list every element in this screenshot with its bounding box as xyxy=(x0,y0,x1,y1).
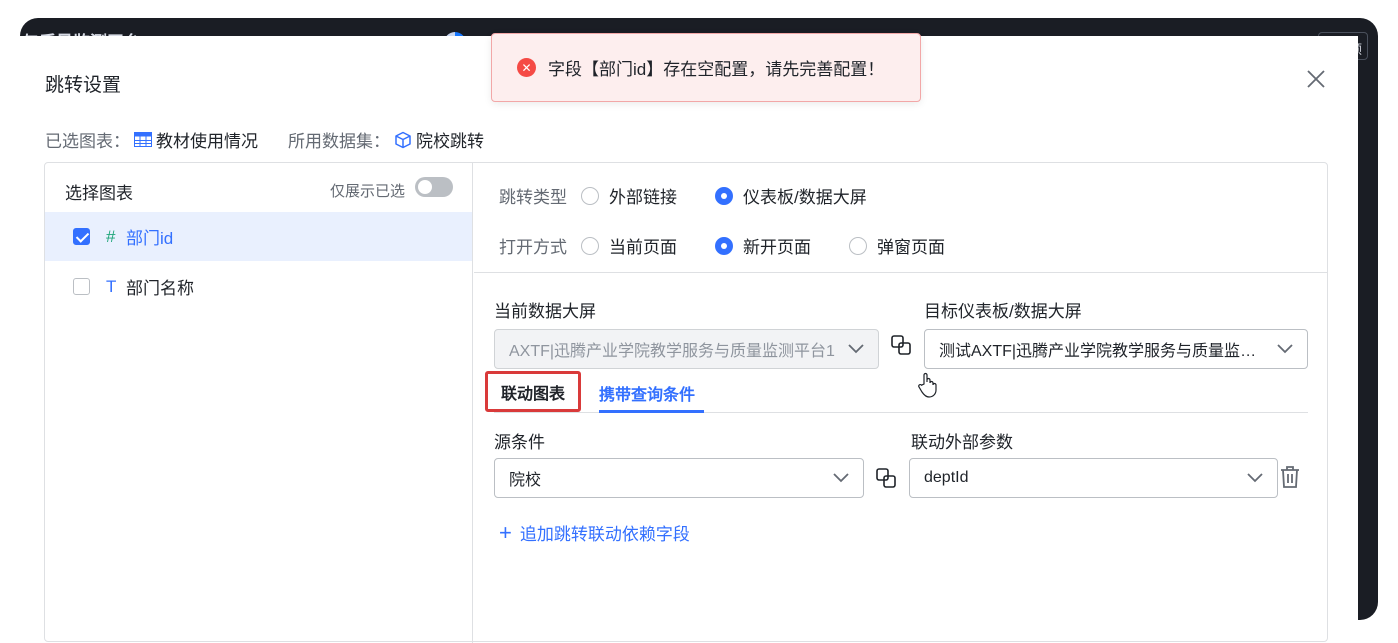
open-mode-row: 打开方式 当前页面 新开页面 弹窗页面 xyxy=(499,233,983,258)
source-condition-value: 院校 xyxy=(509,472,542,489)
chevron-down-icon xyxy=(1277,344,1293,354)
option-label: 仪表板/数据大屏 xyxy=(743,188,867,207)
radio-button[interactable] xyxy=(715,186,733,205)
select-chart-heading: 选择图表 xyxy=(65,184,133,203)
option-label: 外部链接 xyxy=(609,188,677,207)
field-row[interactable]: T 部门名称 xyxy=(45,262,472,311)
option-label: 弹窗页面 xyxy=(877,238,945,257)
open-mode-popup[interactable]: 弹窗页面 xyxy=(849,233,945,258)
chart-field-list: 选择图表 仅展示已选 # 部门id T 部门名称 xyxy=(45,163,473,643)
external-param-value: deptId xyxy=(924,469,969,486)
only-selected-label: 仅展示已选 xyxy=(330,183,406,200)
jump-config: 跳转类型 外部链接 仪表板/数据大屏 打开方式 当前页面 新开页面 弹窗页面 当… xyxy=(474,163,1328,643)
field-name: 部门名称 xyxy=(126,279,194,298)
jump-type-row: 跳转类型 外部链接 仪表板/数据大屏 xyxy=(499,183,905,208)
trash-icon[interactable] xyxy=(1279,465,1301,489)
text-type-icon: T xyxy=(106,276,117,296)
active-tab-indicator xyxy=(599,410,704,413)
cube-icon xyxy=(395,131,411,148)
link-icon[interactable] xyxy=(890,334,912,356)
selected-chart-label: 已选图表： xyxy=(45,132,130,151)
target-screen-value: 测试AXTF|迅腾产业学院教学服务与质量监测平台 xyxy=(939,343,1267,360)
radio-button[interactable] xyxy=(581,186,599,205)
close-icon[interactable] xyxy=(1305,68,1327,90)
jump-type-external-link[interactable]: 外部链接 xyxy=(581,183,677,208)
radio-button[interactable] xyxy=(715,236,733,255)
chevron-down-icon xyxy=(848,344,864,354)
source-condition-label: 源条件 xyxy=(494,433,545,452)
field-checkbox[interactable] xyxy=(73,228,90,245)
tab-query-conditions[interactable]: 携带查询条件 xyxy=(599,381,695,405)
source-condition-select[interactable]: 院校 xyxy=(494,458,864,498)
target-screen-select[interactable]: 测试AXTF|迅腾产业学院教学服务与质量监测平台 xyxy=(924,329,1308,369)
current-screen-value: AXTF|迅腾产业学院教学服务与质量监测平台1 xyxy=(509,343,835,360)
number-type-icon: # xyxy=(106,226,116,246)
external-param-label: 联动外部参数 xyxy=(911,433,1013,452)
settings-panel: 选择图表 仅展示已选 # 部门id T 部门名称 跳转类型 外部链接 仪表板/数… xyxy=(44,162,1328,643)
dialog-title: 跳转设置 xyxy=(45,75,122,96)
chevron-down-icon xyxy=(1247,473,1263,483)
current-screen-label: 当前数据大屏 xyxy=(494,302,596,321)
error-icon: ✕ xyxy=(517,58,536,77)
radio-button[interactable] xyxy=(849,236,867,255)
only-selected-toggle[interactable] xyxy=(415,177,453,197)
jump-type-label: 跳转类型 xyxy=(499,188,567,207)
jump-type-dashboard[interactable]: 仪表板/数据大屏 xyxy=(715,183,867,208)
add-dependency-field-link[interactable]: + 追加跳转联动依赖字段 xyxy=(499,520,690,545)
table-icon xyxy=(134,132,152,147)
field-checkbox[interactable] xyxy=(73,278,90,295)
jump-settings-dialog: 跳转设置 已选图表： 教材使用情况 所用数据集： 院校跳转 选择图表 仅展示已选… xyxy=(14,36,1358,643)
external-param-select[interactable]: deptId xyxy=(909,458,1278,498)
option-label: 当前页面 xyxy=(609,238,677,257)
open-mode-current[interactable]: 当前页面 xyxy=(581,233,677,258)
tab-linked-chart[interactable]: 联动图表 xyxy=(485,371,581,412)
add-link-label: 追加跳转联动依赖字段 xyxy=(519,525,690,544)
divider xyxy=(474,272,1328,273)
link-icon[interactable] xyxy=(875,467,897,489)
open-mode-new[interactable]: 新开页面 xyxy=(715,233,811,258)
error-message: 字段【部门id】存在空配置，请先完善配置！ xyxy=(548,60,885,79)
error-toast: ✕ 字段【部门id】存在空配置，请先完善配置！ xyxy=(491,33,921,102)
current-screen-select: AXTF|迅腾产业学院教学服务与质量监测平台1 xyxy=(494,329,879,369)
plus-icon: + xyxy=(499,519,512,545)
radio-button[interactable] xyxy=(581,236,599,255)
selected-chart-value: 教材使用情况 xyxy=(156,132,258,151)
open-mode-label: 打开方式 xyxy=(499,238,567,257)
hand-cursor-icon xyxy=(918,372,937,398)
dataset-value: 院校跳转 xyxy=(416,132,484,151)
chevron-down-icon xyxy=(833,473,849,483)
field-row[interactable]: # 部门id xyxy=(45,212,472,261)
option-label: 新开页面 xyxy=(743,238,811,257)
dataset-label: 所用数据集： xyxy=(288,132,390,151)
dialog-meta: 已选图表： 教材使用情况 所用数据集： 院校跳转 xyxy=(45,127,484,152)
target-screen-label: 目标仪表板/数据大屏 xyxy=(924,302,1082,321)
field-name: 部门id xyxy=(126,229,174,248)
